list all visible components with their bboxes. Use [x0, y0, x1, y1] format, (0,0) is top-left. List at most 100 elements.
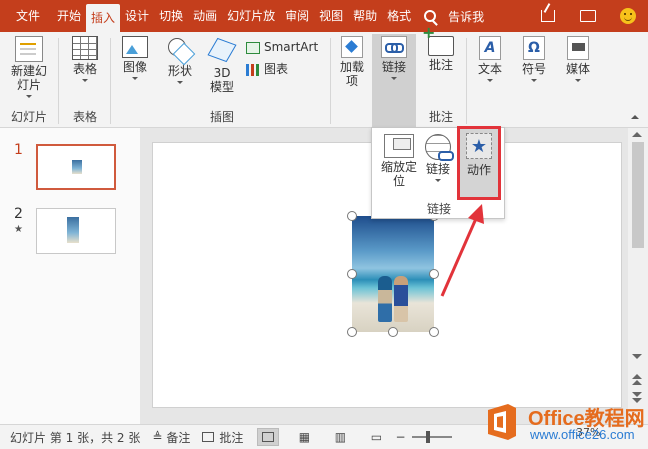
- notes-button[interactable]: ≜ 备注: [152, 429, 190, 446]
- shapes-icon: [166, 36, 194, 62]
- chart-icon: [246, 63, 260, 76]
- chevron-down-icon: [487, 79, 493, 82]
- 3d-label-line1: 3D: [213, 66, 231, 80]
- beach-couple-photo[interactable]: [352, 216, 434, 332]
- images-button[interactable]: 图像: [114, 36, 156, 80]
- slide-thumbnail-2[interactable]: [36, 208, 116, 254]
- person-figure: [394, 276, 408, 322]
- share-button[interactable]: [528, 0, 568, 32]
- previous-slide-icon-2: [632, 380, 642, 385]
- smiley-icon: [620, 8, 636, 24]
- slideshow-button[interactable]: ▭: [365, 428, 387, 446]
- chevron-down-icon: [26, 95, 32, 98]
- group-separator: [330, 38, 331, 124]
- shapes-label: 形状: [167, 64, 192, 78]
- collapse-ribbon-button[interactable]: [630, 112, 640, 122]
- slide-thumbnail-pane: 1 2 ★: [0, 128, 140, 424]
- slide-thumbnail-1[interactable]: [36, 144, 116, 190]
- resize-handle[interactable]: [388, 327, 398, 337]
- watermark: Office教程网 www.office26.com: [478, 396, 648, 449]
- slide-count-text: 幻灯片 第 1 张，共 2 张: [10, 430, 141, 445]
- 3d-models-button[interactable]: 3D 模型: [202, 36, 242, 94]
- link-label: 链接: [381, 60, 406, 74]
- share-icon: [541, 10, 555, 22]
- search-icon: [424, 10, 437, 22]
- resize-handle[interactable]: [429, 269, 439, 279]
- zoom-slider-thumb[interactable]: [425, 431, 430, 443]
- notes-icon: ≜: [152, 430, 163, 444]
- comment-label: 批注: [428, 58, 453, 72]
- reading-view-button[interactable]: ▥: [329, 428, 351, 446]
- comments-status-button[interactable]: 批注: [202, 429, 243, 446]
- tab-slideshow[interactable]: 幻灯片放: [222, 0, 280, 32]
- tab-review[interactable]: 审阅: [280, 0, 314, 32]
- link-button[interactable]: 链接: [372, 34, 416, 128]
- thumbnail-image: [72, 160, 82, 174]
- slide-number: 2: [14, 206, 23, 222]
- addins-label-line1: 加载: [339, 60, 364, 74]
- shapes-button[interactable]: 形状: [158, 36, 202, 84]
- addins-label-line2: 项: [345, 74, 358, 88]
- projector-icon: ▭: [370, 430, 383, 444]
- chevron-down-icon: [82, 79, 88, 82]
- link-dropdown-menu: 缩放定 位 链接 ★ 动作 链接: [371, 126, 505, 219]
- comment-button[interactable]: 批注: [418, 26, 464, 72]
- tab-format[interactable]: 格式: [382, 0, 416, 32]
- tell-me-label: 告诉我: [448, 9, 485, 24]
- tab-view[interactable]: 视图: [314, 0, 348, 32]
- resize-handle[interactable]: [347, 269, 357, 279]
- tab-insert[interactable]: 插入: [86, 4, 121, 32]
- group-separator: [466, 38, 467, 124]
- scroll-up-icon[interactable]: [632, 132, 642, 137]
- action-button[interactable]: ★ 动作: [457, 126, 501, 200]
- normal-view-button[interactable]: [257, 428, 280, 446]
- symbols-button[interactable]: Ω 符号: [514, 36, 554, 82]
- hyperlink-button[interactable]: 链接: [420, 134, 456, 182]
- addin-icon: [341, 36, 363, 58]
- vertical-scrollbar[interactable]: [628, 128, 648, 424]
- thumbnail-image: [67, 217, 79, 243]
- tab-design[interactable]: 设计: [120, 0, 154, 32]
- tab-home[interactable]: 开始: [52, 0, 86, 32]
- globe-link-icon: [425, 134, 454, 161]
- scrollbar-thumb[interactable]: [632, 142, 644, 248]
- hyperlink-label: 链接: [425, 162, 450, 176]
- new-slide-icon: [15, 36, 43, 62]
- scroll-down-icon[interactable]: [632, 354, 642, 359]
- media-button[interactable]: 媒体: [558, 36, 598, 82]
- comment-icon: [422, 26, 454, 56]
- resize-handle[interactable]: [347, 327, 357, 337]
- new-slide-button[interactable]: 新建幻灯片: [4, 36, 54, 98]
- smartart-button[interactable]: SmartArt: [246, 40, 318, 54]
- star-action-icon: ★: [466, 133, 492, 159]
- comments-button[interactable]: [568, 0, 608, 32]
- title-bar-actions: [528, 0, 648, 32]
- book-icon: ▥: [334, 430, 347, 444]
- grid-icon: ▦: [298, 430, 311, 444]
- tab-file[interactable]: 文件: [0, 0, 52, 32]
- tab-help[interactable]: 帮助: [348, 0, 382, 32]
- text-button[interactable]: A 文本: [470, 36, 510, 82]
- tab-animations[interactable]: 动画: [188, 0, 222, 32]
- previous-slide-icon[interactable]: [632, 374, 642, 379]
- chart-button[interactable]: 图表: [246, 62, 288, 76]
- group-label-comments: 批注: [428, 110, 453, 124]
- resize-handle[interactable]: [347, 211, 357, 221]
- media-label: 媒体: [565, 62, 590, 76]
- cube-icon: [208, 36, 236, 64]
- table-button[interactable]: 表格: [62, 36, 108, 82]
- table-label: 表格: [72, 62, 97, 76]
- tab-transitions[interactable]: 切换: [154, 0, 188, 32]
- zoom-button[interactable]: 缩放定 位: [376, 134, 422, 188]
- resize-handle[interactable]: [429, 327, 439, 337]
- addins-button[interactable]: 加载 项: [334, 36, 370, 88]
- zoom-slider[interactable]: [411, 431, 452, 443]
- feedback-button[interactable]: [608, 0, 648, 32]
- omega-icon: Ω: [523, 36, 545, 60]
- group-separator: [110, 38, 111, 124]
- zoom-out-button[interactable]: −: [395, 430, 405, 444]
- zoom-label-line1: 缩放定: [380, 160, 417, 174]
- slide-sorter-button[interactable]: ▦: [293, 428, 315, 446]
- tell-me-search[interactable]: 告诉我: [424, 8, 484, 25]
- normal-view-icon: [262, 432, 275, 442]
